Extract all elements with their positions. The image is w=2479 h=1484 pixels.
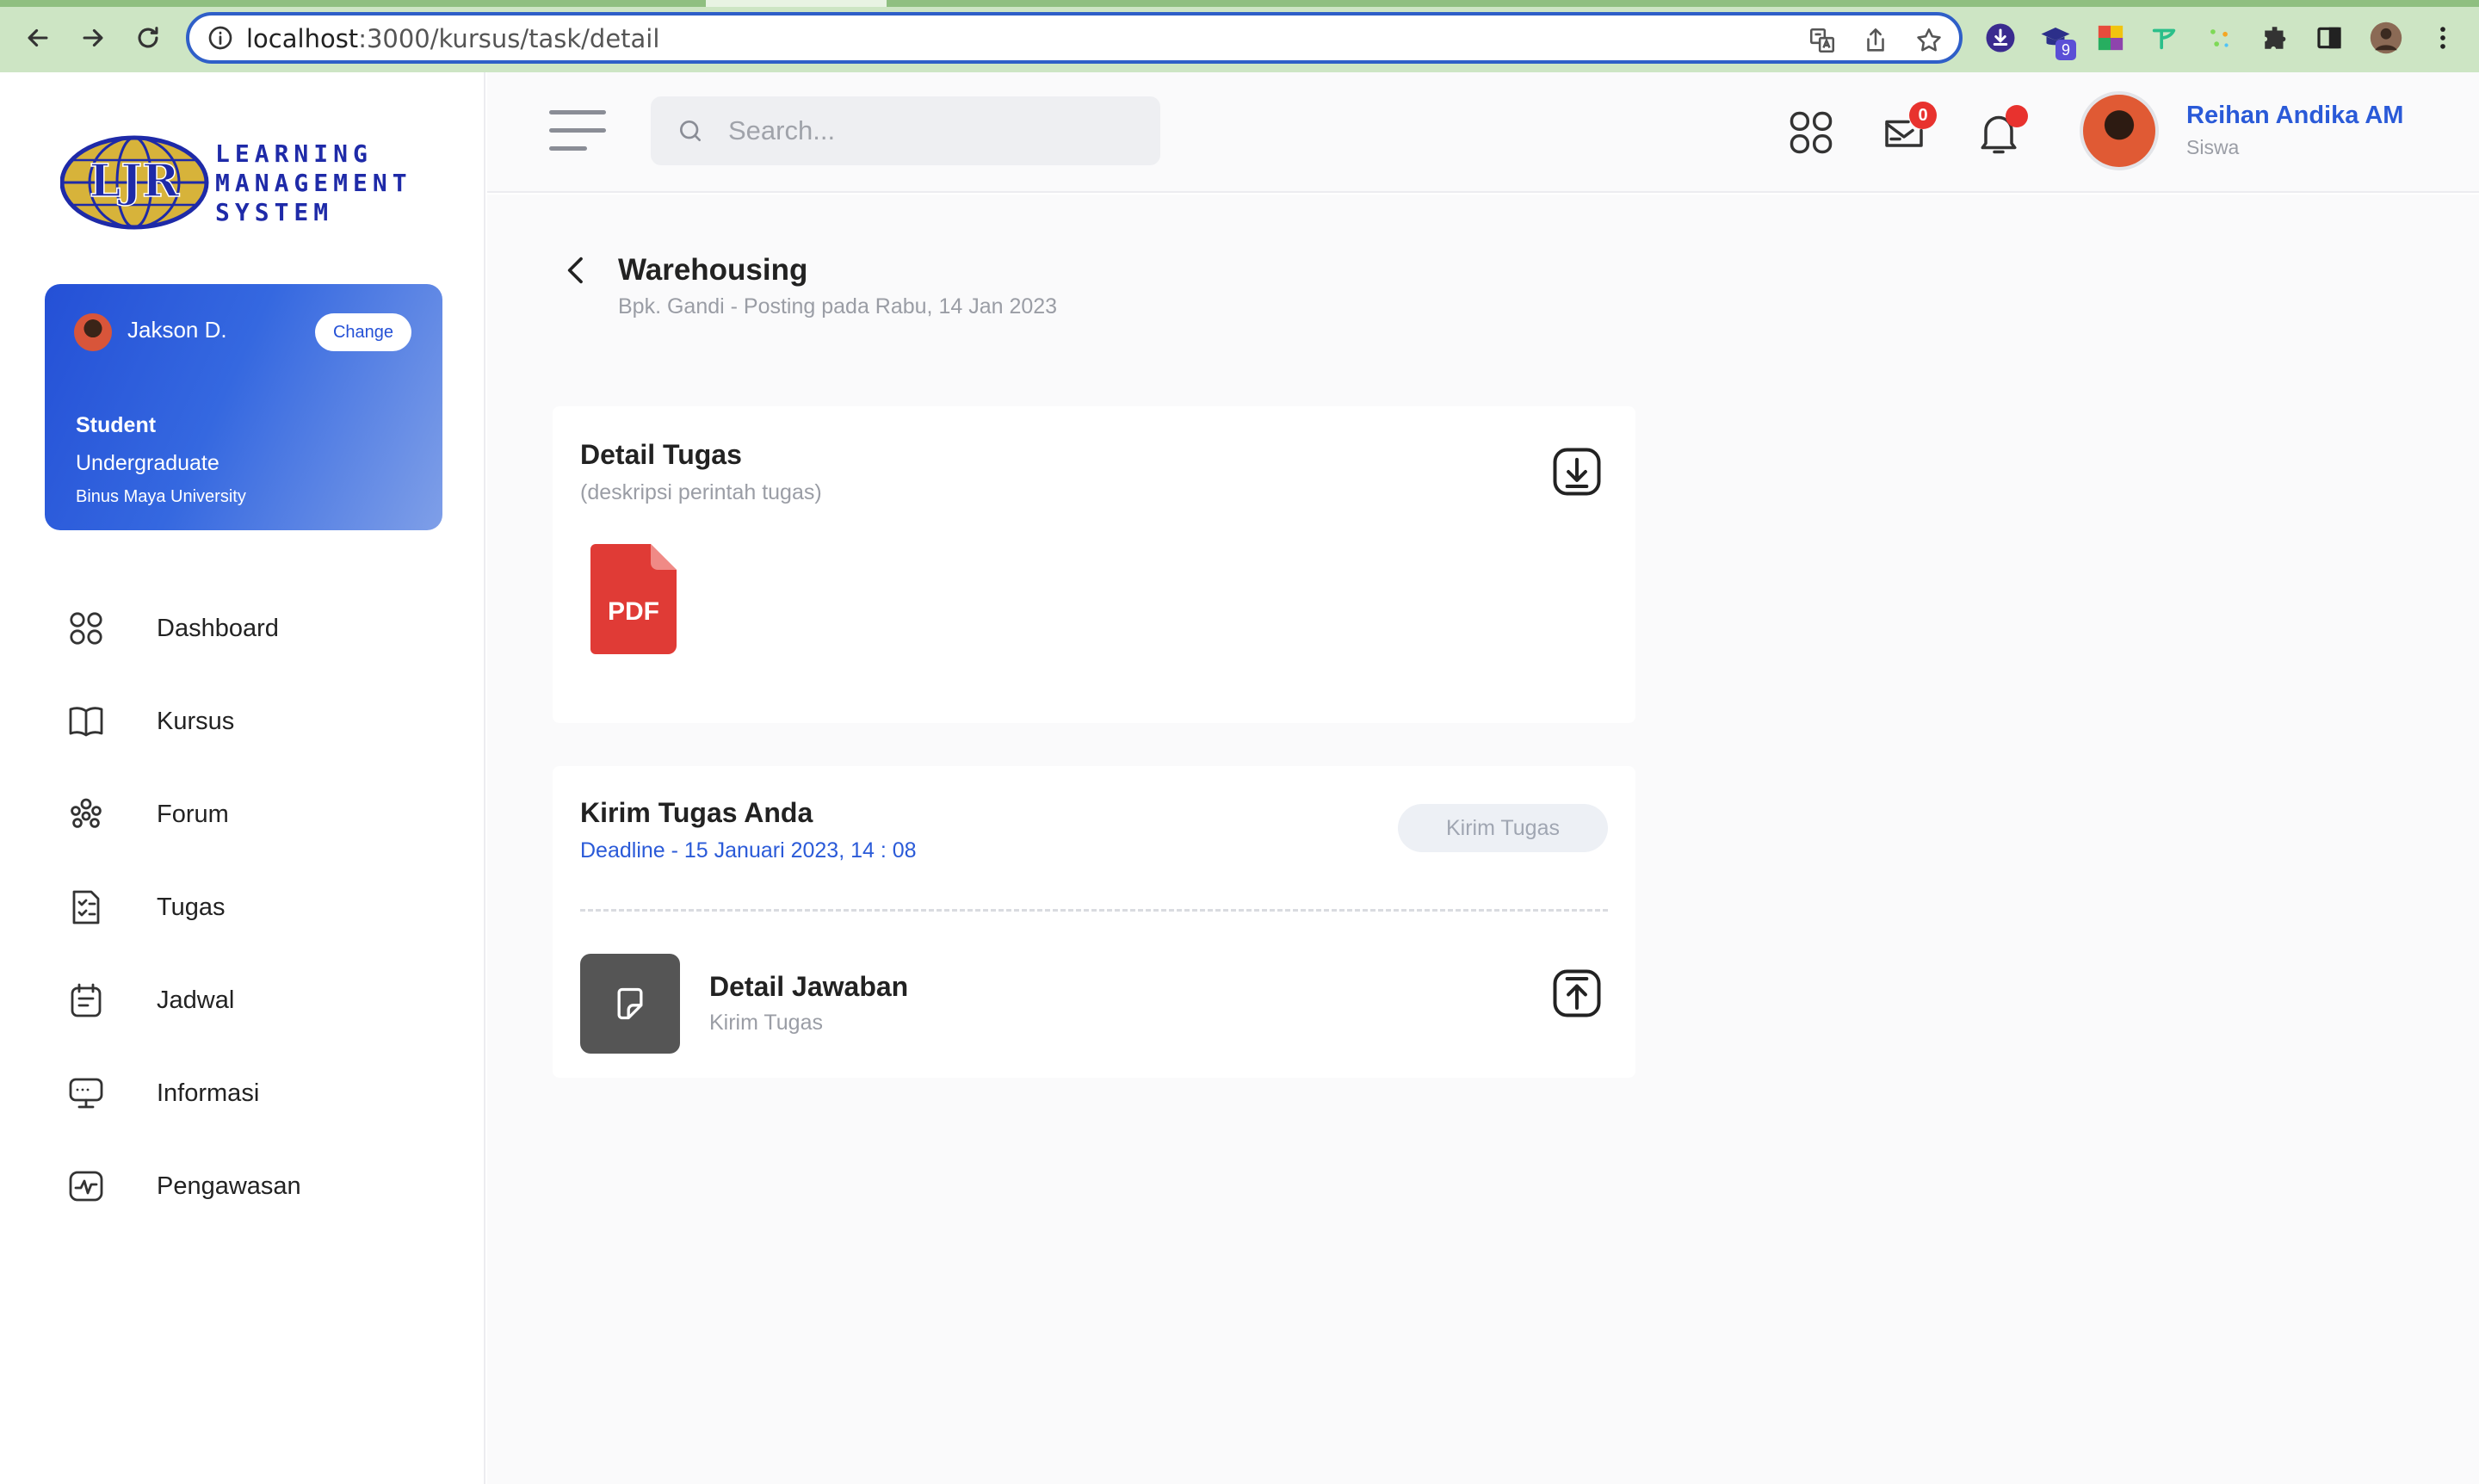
answer-file-thumbnail[interactable] xyxy=(580,954,680,1054)
extension-badge: 9 xyxy=(2056,40,2076,60)
browser-menu-icon[interactable] xyxy=(2426,21,2460,55)
profile-university: Binus Maya University xyxy=(76,487,246,506)
profile-name: Jakson D. xyxy=(127,317,227,343)
notification-dot xyxy=(2006,105,2028,127)
notifications-button[interactable] xyxy=(1973,105,2028,160)
document-icon xyxy=(617,987,643,1020)
sparkle-extension-icon[interactable] xyxy=(2202,21,2236,55)
info-icon[interactable] xyxy=(207,24,234,52)
avatar xyxy=(74,313,112,351)
activity-icon xyxy=(69,1171,103,1202)
colorful-extension-icon[interactable] xyxy=(2093,21,2128,55)
messages-button[interactable]: 0 xyxy=(1878,102,1937,160)
sidebar-item-tugas[interactable]: Tugas xyxy=(65,883,444,931)
user-role: Siswa xyxy=(2186,136,2240,158)
submit-task-button[interactable]: Kirim Tugas xyxy=(1398,804,1608,852)
change-profile-button[interactable]: Change xyxy=(315,313,411,351)
sidebar-item-label: Jadwal xyxy=(157,986,235,1014)
answer-title: Detail Jawaban xyxy=(709,971,909,1002)
download-extension-icon[interactable] xyxy=(1983,21,2018,55)
card-title: Detail Tugas xyxy=(580,439,742,470)
search-icon xyxy=(680,121,701,141)
menu-toggle-icon[interactable] xyxy=(549,110,606,158)
sidebar-item-label: Informasi xyxy=(157,1079,260,1107)
profile-card: Jakson D. Change Student Undergraduate B… xyxy=(45,284,442,530)
answer-subtitle: Kirim Tugas xyxy=(709,1011,823,1035)
leaf-extension-icon[interactable] xyxy=(2147,21,2181,55)
pdf-file-icon[interactable]: PDF xyxy=(590,544,677,654)
apps-grid-icon[interactable] xyxy=(1785,107,1837,158)
puzzle-extensions-icon[interactable] xyxy=(2259,21,2293,55)
top-bar: 0 Reihan Andika AM Siswa xyxy=(487,72,2479,193)
messages-count-badge: 0 xyxy=(1909,102,1937,129)
sidebar-item-label: Dashboard xyxy=(157,614,279,642)
book-icon xyxy=(69,707,103,737)
sidebar: LJR LEARNING MANAGEMENT SYSTEM Jakson D.… xyxy=(0,72,485,1484)
dashboard-icon xyxy=(70,612,102,645)
sidebar-item-jadwal[interactable]: Jadwal xyxy=(65,976,444,1024)
pdf-label: PDF xyxy=(608,597,659,626)
card-subtitle: (deskripsi perintah tugas) xyxy=(580,480,822,504)
divider xyxy=(580,909,1608,912)
tab-strip xyxy=(0,0,2479,7)
graduation-cap-extension-icon[interactable]: 9 xyxy=(2038,21,2076,60)
sidebar-item-pengawasan[interactable]: Pengawasan xyxy=(65,1162,444,1210)
bookmark-star-icon[interactable] xyxy=(1914,26,1944,55)
svg-text:LJR: LJR xyxy=(90,155,180,207)
browser-chrome: localhost:3000/kursus/task/detail 9 xyxy=(0,0,2479,72)
download-icon[interactable] xyxy=(1548,442,1606,501)
monitor-icon xyxy=(69,1078,103,1109)
sidebar-item-forum[interactable]: Forum xyxy=(65,790,444,838)
search-input[interactable] xyxy=(728,110,1141,151)
sidebar-item-dashboard[interactable]: Dashboard xyxy=(65,604,444,652)
card-title: Kirim Tugas Anda xyxy=(580,797,813,828)
forum-icon xyxy=(71,798,102,828)
sidebar-item-kursus[interactable]: Kursus xyxy=(65,697,444,745)
task-icon xyxy=(72,890,100,924)
url-text[interactable]: localhost:3000/kursus/task/detail xyxy=(246,24,659,53)
page-subtitle: Bpk. Gandi - Posting pada Rabu, 14 Jan 2… xyxy=(618,294,1058,318)
forward-arrow-icon[interactable] xyxy=(72,17,114,59)
submit-task-card: Kirim Tugas Anda Deadline - 15 Januari 2… xyxy=(553,766,1635,1078)
page-title: Warehousing xyxy=(618,253,808,287)
profile-avatar-icon[interactable] xyxy=(2369,21,2403,55)
share-icon[interactable] xyxy=(1861,26,1890,55)
address-bar[interactable]: localhost:3000/kursus/task/detail xyxy=(186,12,1963,64)
logo-globe-icon: LJR xyxy=(60,135,209,230)
user-avatar[interactable] xyxy=(2080,91,2159,170)
deadline-text: Deadline - 15 Januari 2023, 14 : 08 xyxy=(580,838,917,863)
sidebar-item-label: Tugas xyxy=(157,893,226,921)
search-box[interactable] xyxy=(651,96,1160,165)
sidebar-item-label: Kursus xyxy=(157,707,235,735)
main-content: Warehousing Bpk. Gandi - Posting pada Ra… xyxy=(487,195,2479,1484)
reload-icon[interactable] xyxy=(127,17,169,59)
profile-level: Undergraduate xyxy=(76,451,219,475)
user-name[interactable]: Reihan Andika AM xyxy=(2186,102,2403,130)
task-detail-card: Detail Tugas (deskripsi perintah tugas) … xyxy=(553,406,1635,723)
active-tab[interactable] xyxy=(706,0,887,7)
back-arrow-icon[interactable] xyxy=(17,17,59,59)
sidebar-item-label: Forum xyxy=(157,800,229,828)
upload-icon[interactable] xyxy=(1548,964,1606,1023)
side-panel-icon[interactable] xyxy=(2312,21,2346,55)
sidebar-item-label: Pengawasan xyxy=(157,1172,301,1200)
back-chevron-icon[interactable] xyxy=(559,251,594,289)
profile-role: Student xyxy=(76,413,157,437)
logo-text: LEARNING MANAGEMENT SYSTEM xyxy=(215,139,412,226)
calendar-icon xyxy=(71,983,102,1017)
translate-icon[interactable] xyxy=(1808,26,1837,55)
sidebar-item-informasi[interactable]: Informasi xyxy=(65,1069,444,1117)
app-logo[interactable]: LJR LEARNING MANAGEMENT SYSTEM xyxy=(60,129,430,241)
